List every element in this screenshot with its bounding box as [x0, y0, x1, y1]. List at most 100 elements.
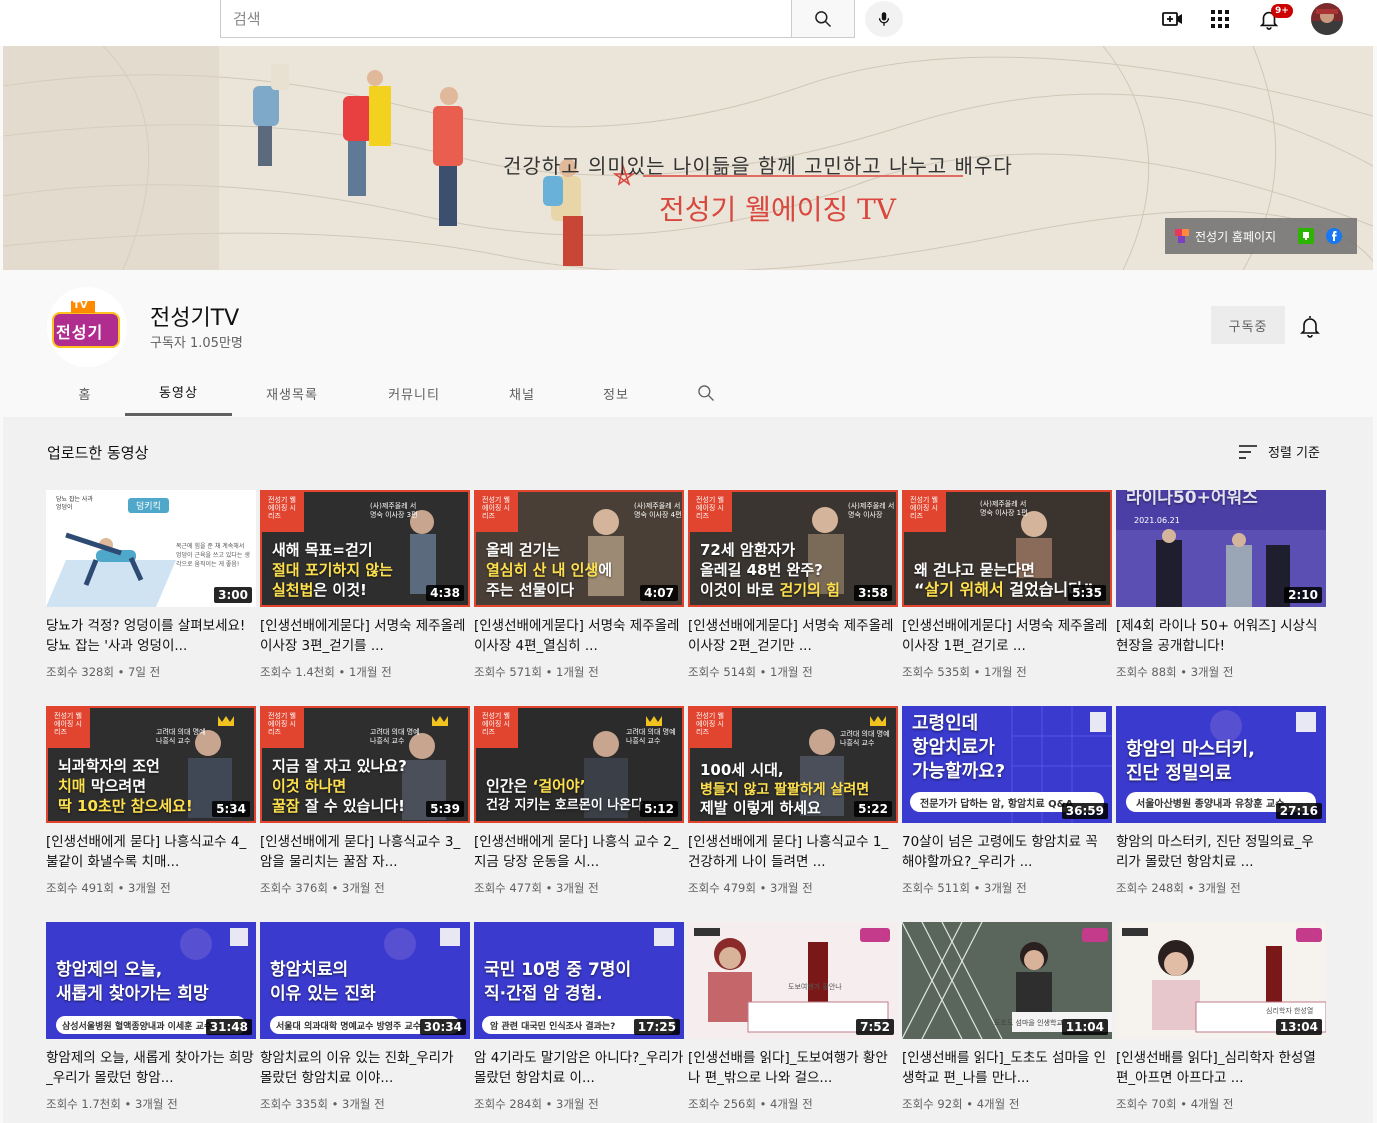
video-title[interactable]: [인생선배에게 묻다] 나흥식교수 4_ 불같이 화낼수록 치매...: [46, 832, 256, 872]
banner-links: 전성기 홈페이지: [1165, 218, 1357, 254]
video-title[interactable]: [인생선배를 읽다]_도초도 섬마을 인생학교 편_나를 만나...: [902, 1048, 1112, 1088]
channel-logo-text: 전성기: [56, 323, 104, 342]
video-meta: 조회수 1.4천회 • 1개월 전: [260, 665, 392, 679]
video-thumbnail[interactable]: 전성기 웰에이징 시리즈 (사)제주올레 서명숙 이사장 3편 새해 목표=걷기…: [260, 490, 470, 607]
video-duration: 30:34: [419, 1019, 466, 1035]
channel-avatar[interactable]: TV 전성기: [47, 287, 127, 367]
thumbnail-line-2: 열심히 산 내 인생에: [486, 560, 612, 580]
facebook-link[interactable]: [1326, 228, 1343, 244]
video-card[interactable]: 국민 10명 중 7명이 직·간접 암 경험. 암 관련 대국민 인식조사 결과…: [474, 922, 684, 1112]
video-thumbnail[interactable]: 전성기 웰에이징 시리즈 고려대 의대 명예 나흥식 교수 인간은 ‘걸어야’ …: [474, 706, 684, 823]
video-card[interactable]: 전성기 웰에이징 시리즈 (사)제주올레 서명숙 이사장 1편 왜 걷냐고 묻는…: [902, 490, 1112, 680]
channel-notification-button[interactable]: [1298, 314, 1322, 338]
video-duration: 5:35: [1068, 585, 1106, 601]
video-card[interactable]: 전성기 웰에이징 시리즈 고려대 의대 명예 나흥식 교수 지금 잘 자고 있나…: [260, 706, 470, 896]
thumbnail-line-1: 항암의 마스터키,: [1126, 739, 1256, 760]
video-thumbnail[interactable]: 국민 10명 중 7명이 직·간접 암 경험. 암 관련 대국민 인식조사 결과…: [474, 922, 684, 1039]
video-title[interactable]: [인생선배에게묻다] 서명숙 제주올레 이사장 4편_열심히 ...: [474, 616, 684, 656]
video-title[interactable]: [인생선배에게 묻다] 나흥식교수 1_ 건강하게 나이 들려면 ...: [688, 832, 898, 872]
tab-channels[interactable]: 채널: [496, 370, 548, 416]
video-card[interactable]: 라이나50+어워즈 2021.06.21 2:10 [제4회 라이나 50+ 어…: [1116, 490, 1326, 680]
video-card[interactable]: 항암의 마스터키, 진단 정밀의료 서울아산병원 종양내과 유창훈 교수 27:…: [1116, 706, 1326, 896]
video-title[interactable]: 70살이 넘은 고령에도 항암치료 꼭 해야할까요?_우리가 ...: [902, 832, 1112, 872]
naver-link[interactable]: [1298, 228, 1315, 244]
video-card[interactable]: 도보여행가 황안나 7:52 [인생선배를 읽다]_도보여행가 황안나 편_밖으…: [688, 922, 898, 1112]
video-title[interactable]: [인생선배에게묻다] 서명숙 제주올레 이사장 3편_걷기를 ...: [260, 616, 470, 656]
video-thumbnail[interactable]: 전성기 웰에이징 시리즈 고려대 의대 명예 나흥식 교수 지금 잘 자고 있나…: [260, 706, 470, 823]
video-title[interactable]: [제4회 라이나 50+ 어워즈] 시상식 현장을 공개합니다!: [1116, 616, 1326, 656]
search-input[interactable]: [221, 0, 791, 37]
video-thumbnail[interactable]: 항암의 마스터키, 진단 정밀의료 서울아산병원 종양내과 유창훈 교수 27:…: [1116, 706, 1326, 823]
thumbnail-line-3: 가능할까요?: [912, 761, 1006, 782]
apps-grid-icon: [1211, 10, 1229, 28]
thumbnail-strip-text: 전문가가 답하는 암, 항암치료 Q&A: [920, 799, 1074, 810]
series-tag: 전성기 웰에이징 시리즈: [268, 712, 296, 736]
video-duration: 5:39: [426, 801, 464, 817]
sort-label: 정렬 기준: [1268, 446, 1320, 461]
video-card[interactable]: 심리학자 한성열 13:04 [인생선배를 읽다]_심리학자 한성열 편_아프면…: [1116, 922, 1326, 1112]
video-thumbnail[interactable]: 당뇨 잡는 사과 엉덩이 덩키킥 복근에 힘을 준 채 계속해서 엉덩이 근육을…: [46, 490, 256, 607]
video-thumbnail[interactable]: 전성기 웰에이징 시리즈 고려대 의대 명예 나흥식 교수 뇌과학자의 조언 치…: [46, 706, 256, 823]
video-card[interactable]: 당뇨 잡는 사과 엉덩이 덩키킥 복근에 힘을 준 채 계속해서 엉덩이 근육을…: [46, 490, 256, 680]
thumbnail-line-1: 지금 잘 자고 있나요?: [272, 757, 407, 775]
video-card[interactable]: 전성기 웰에이징 시리즈 고려대 의대 명예 나흥식 교수 뇌과학자의 조언 치…: [46, 706, 256, 896]
tab-home[interactable]: 홈: [65, 370, 105, 416]
apps-button[interactable]: [1207, 6, 1233, 32]
series-tag: 전성기 웰에이징 시리즈: [696, 496, 724, 520]
video-title[interactable]: [인생선배를 읽다]_도보여행가 황안나 편_밖으로 나와 걸으...: [688, 1048, 898, 1088]
video-card[interactable]: 전성기 웰에이징 시리즈 (사)제주올레 서명숙 이사장 72세 암환자가 올레…: [688, 490, 898, 680]
tab-playlists[interactable]: 재생목록: [252, 370, 332, 416]
video-title[interactable]: 당뇨가 걱정? 엉덩이를 살펴보세요! 당뇨 잡는 '사과 엉덩이...: [46, 616, 256, 656]
search-box[interactable]: [220, 0, 792, 38]
tab-videos[interactable]: 동영상: [125, 370, 232, 416]
tab-community[interactable]: 커뮤니티: [372, 370, 456, 416]
video-title[interactable]: 항암의 마스터키, 진단 정밀의료_우리가 몰랐던 항암치료 ...: [1116, 832, 1326, 872]
video-thumbnail[interactable]: 전성기 웰에이징 시리즈 고려대 의대 명예 나흥식 교수 100세 시대, 병…: [688, 706, 898, 823]
thumbnail-line-2: 올레길 48번 완주?: [700, 561, 823, 579]
thumbnail-line-2: 항암치료가: [912, 737, 995, 758]
video-card[interactable]: 전성기 웰에이징 시리즈 (사)제주올레 서명숙 이사장 4편 올레 걷기는 열…: [474, 490, 684, 680]
video-card[interactable]: 전성기 웰에이징 시리즈 고려대 의대 명예 나흥식 교수 100세 시대, 병…: [688, 706, 898, 896]
video-thumbnail[interactable]: 도보여행가 황안나 7:52: [688, 922, 898, 1039]
thumbnail-line-2: 치매 막으려면: [58, 776, 146, 796]
video-title[interactable]: 항암제의 오늘, 새롭게 찾아가는 희망_우리가 몰랐던 항암...: [46, 1048, 256, 1088]
thumbnail-line-3: 딱 10초만 참으세요!: [58, 797, 193, 815]
voice-search-button[interactable]: [865, 1, 903, 37]
subscribe-button[interactable]: 구독중: [1211, 306, 1285, 344]
search-button[interactable]: [792, 0, 855, 38]
video-card[interactable]: 항암치료의 이유 있는 진화 서울대 의과대학 명예교수 방영주 교수 30:3…: [260, 922, 470, 1112]
video-title[interactable]: 암 4기라도 말기암은 아니다?_우리가 몰랐던 항암치료 이...: [474, 1048, 684, 1088]
video-thumbnail[interactable]: 심리학자 한성열 13:04: [1116, 922, 1326, 1039]
guest-label: 고려대 의대 명예 나흥식 교수: [626, 728, 676, 745]
sort-button[interactable]: 정렬 기준: [1238, 442, 1320, 461]
video-thumbnail[interactable]: 라이나50+어워즈 2021.06.21 2:10: [1116, 490, 1326, 607]
video-card[interactable]: 도초도 섬마을 인생학교 11:04 [인생선배를 읽다]_도초도 섬마을 인생…: [902, 922, 1112, 1112]
video-thumbnail[interactable]: 항암제의 오늘, 새롭게 찾아가는 희망 삼성서울병원 혈액종양내과 이세훈 교…: [46, 922, 256, 1039]
video-card[interactable]: 고령인데 항암치료가 가능할까요? 전문가가 답하는 암, 항암치료 Q&A 3…: [902, 706, 1112, 896]
video-thumbnail[interactable]: 전성기 웰에이징 시리즈 (사)제주올레 서명숙 이사장 4편 올레 걷기는 열…: [474, 490, 684, 607]
video-card[interactable]: 항암제의 오늘, 새롭게 찾아가는 희망 삼성서울병원 혈액종양내과 이세훈 교…: [46, 922, 256, 1112]
tab-about[interactable]: 정보: [590, 370, 642, 416]
video-thumbnail[interactable]: 전성기 웰에이징 시리즈 (사)제주올레 서명숙 이사장 1편 왜 걷냐고 묻는…: [902, 490, 1112, 607]
video-thumbnail[interactable]: 전성기 웰에이징 시리즈 (사)제주올레 서명숙 이사장 72세 암환자가 올레…: [688, 490, 898, 607]
video-title[interactable]: [인생선배를 읽다]_심리학자 한성열 편_아프면 아프다고 ...: [1116, 1048, 1326, 1088]
tab-search[interactable]: [692, 370, 720, 416]
video-title[interactable]: [인생선배에게묻다] 서명숙 제주올레 이사장 1편_걷기로 ...: [902, 616, 1112, 656]
video-card[interactable]: 전성기 웰에이징 시리즈 (사)제주올레 서명숙 이사장 3편 새해 목표=걷기…: [260, 490, 470, 680]
video-title[interactable]: 항암치료의 이유 있는 진화_우리가 몰랐던 항암치료 이야...: [260, 1048, 470, 1088]
homepage-link[interactable]: 전성기 홈페이지: [1165, 218, 1276, 254]
sort-icon: [1239, 444, 1257, 459]
video-thumbnail[interactable]: 고령인데 항암치료가 가능할까요? 전문가가 답하는 암, 항암치료 Q&A 3…: [902, 706, 1112, 823]
video-thumbnail[interactable]: 도초도 섬마을 인생학교 11:04: [902, 922, 1112, 1039]
video-card[interactable]: 전성기 웰에이징 시리즈 고려대 의대 명예 나흥식 교수 인간은 ‘걸어야’ …: [474, 706, 684, 896]
create-video-button[interactable]: [1160, 6, 1186, 32]
video-duration: 5:22: [854, 801, 892, 817]
video-title[interactable]: [인생선배에게 묻다] 나흥식교수 3_ 암을 물리치는 꿀잠 자...: [260, 832, 470, 872]
video-meta: 조회수 571회 • 1개월 전: [474, 665, 599, 679]
video-title[interactable]: [인생선배에게묻다] 서명숙 제주올레 이사장 2편_걷기만 ...: [688, 616, 898, 656]
bell-icon: [1300, 316, 1320, 338]
account-avatar[interactable]: [1311, 3, 1343, 35]
video-meta: 조회수 335회 • 3개월 전: [260, 1097, 385, 1111]
video-title[interactable]: [인생선배에게 묻다] 나흥식 교수 2_지금 당장 운동을 시...: [474, 832, 684, 872]
video-thumbnail[interactable]: 항암치료의 이유 있는 진화 서울대 의과대학 명예교수 방영주 교수 30:3…: [260, 922, 470, 1039]
